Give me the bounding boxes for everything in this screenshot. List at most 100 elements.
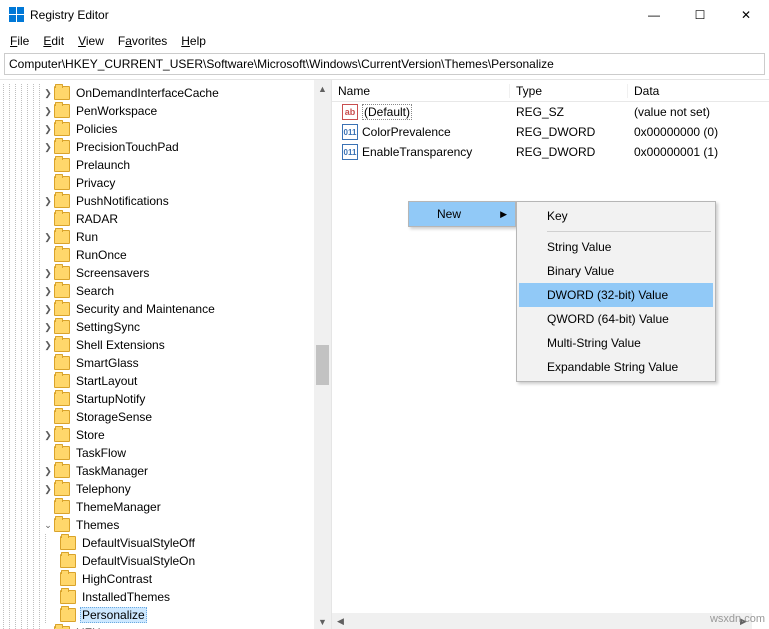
tree-label: Prelaunch <box>74 158 132 172</box>
tree-item[interactable]: RunOnce <box>0 246 331 264</box>
menu-file[interactable]: File <box>4 32 35 50</box>
tree-panel[interactable]: ❯OnDemandInterfaceCache❯PenWorkspace❯Pol… <box>0 80 332 629</box>
ctx-item[interactable]: Binary Value <box>519 259 713 283</box>
tree-item[interactable]: SmartGlass <box>0 354 331 372</box>
tree-item[interactable]: ❯TaskManager <box>0 462 331 480</box>
address-bar[interactable]: Computer\HKEY_CURRENT_USER\Software\Micr… <box>4 53 765 75</box>
menu-edit[interactable]: Edit <box>37 32 70 50</box>
minimize-button[interactable]: — <box>631 0 677 29</box>
tree-item[interactable]: ❯Shell Extensions <box>0 336 331 354</box>
app-icon <box>8 7 24 23</box>
folder-icon <box>54 518 70 532</box>
tree-item[interactable]: ❯OnDemandInterfaceCache <box>0 84 331 102</box>
tree-item[interactable]: TaskFlow <box>0 444 331 462</box>
value-icon: ab <box>342 104 358 120</box>
ctx-item[interactable]: Expandable String Value <box>519 355 713 379</box>
tree-item[interactable]: StorageSense <box>0 408 331 426</box>
value-data: 0x00000000 (0) <box>628 125 769 139</box>
folder-icon <box>54 230 70 244</box>
tree-item[interactable]: RADAR <box>0 210 331 228</box>
tree-item[interactable]: ❯UFH <box>0 624 331 629</box>
list-hscrollbar[interactable]: ◀ ▶ <box>332 613 752 629</box>
tree-scrollbar[interactable]: ▲ ▼ <box>314 80 331 629</box>
folder-icon <box>54 140 70 154</box>
expand-icon[interactable]: ❯ <box>42 466 54 477</box>
ctx-item[interactable]: String Value <box>519 235 713 259</box>
tree-item[interactable]: StartupNotify <box>0 390 331 408</box>
expand-icon[interactable]: ❯ <box>42 304 54 315</box>
tree-item[interactable]: ❯Screensavers <box>0 264 331 282</box>
expand-icon[interactable]: ⌄ <box>42 520 54 531</box>
tree-item[interactable]: ThemeManager <box>0 498 331 516</box>
menu-help[interactable]: Help <box>175 32 212 50</box>
close-button[interactable]: ✕ <box>723 0 769 29</box>
list-row[interactable]: ab(Default)REG_SZ(value not set) <box>332 102 769 122</box>
scroll-left-icon[interactable]: ◀ <box>332 613 349 629</box>
folder-icon <box>54 266 70 280</box>
tree-label: SettingSync <box>74 320 142 334</box>
tree-item[interactable]: ❯PushNotifications <box>0 192 331 210</box>
scroll-down-icon[interactable]: ▼ <box>314 613 331 629</box>
tree-label: ThemeManager <box>74 500 163 514</box>
expand-icon[interactable]: ❯ <box>42 430 54 441</box>
expand-icon[interactable]: ❯ <box>42 232 54 243</box>
tree-item[interactable]: DefaultVisualStyleOff <box>0 534 331 552</box>
list-row[interactable]: 011ColorPrevalenceREG_DWORD0x00000000 (0… <box>332 122 769 142</box>
tree-item[interactable]: ❯Run <box>0 228 331 246</box>
expand-icon[interactable]: ❯ <box>42 268 54 279</box>
expand-icon[interactable]: ❯ <box>42 106 54 117</box>
expand-icon[interactable]: ❯ <box>42 340 54 351</box>
list-row[interactable]: 011EnableTransparencyREG_DWORD0x00000001… <box>332 142 769 162</box>
tree-item[interactable]: ❯Search <box>0 282 331 300</box>
folder-icon <box>60 608 76 622</box>
tree-item[interactable]: ❯Security and Maintenance <box>0 300 331 318</box>
expand-icon[interactable]: ❯ <box>42 322 54 333</box>
tree-label: Telephony <box>74 482 133 496</box>
tree-item[interactable]: HighContrast <box>0 570 331 588</box>
menu-view[interactable]: View <box>72 32 110 50</box>
scroll-up-icon[interactable]: ▲ <box>314 80 331 97</box>
folder-icon <box>54 86 70 100</box>
tree-item[interactable]: ❯Store <box>0 426 331 444</box>
col-data[interactable]: Data <box>628 84 769 98</box>
ctx-item[interactable]: Key <box>519 204 713 228</box>
expand-icon[interactable]: ❯ <box>42 286 54 297</box>
tree-item[interactable]: ❯PrecisionTouchPad <box>0 138 331 156</box>
tree-item[interactable]: Prelaunch <box>0 156 331 174</box>
ctx-item[interactable]: Multi-String Value <box>519 331 713 355</box>
list-header[interactable]: Name Type Data <box>332 80 769 102</box>
expand-icon[interactable]: ❯ <box>42 142 54 153</box>
folder-icon <box>54 446 70 460</box>
expand-icon[interactable]: ❯ <box>42 124 54 135</box>
tree-item[interactable]: InstalledThemes <box>0 588 331 606</box>
expand-icon[interactable]: ❯ <box>42 196 54 207</box>
ctx-item[interactable]: DWORD (32-bit) Value <box>519 283 713 307</box>
context-submenu: Key String ValueBinary ValueDWORD (32-bit… <box>516 201 716 382</box>
tree-item[interactable]: ⌄Themes <box>0 516 331 534</box>
tree-item[interactable]: ❯Policies <box>0 120 331 138</box>
tree-item[interactable]: StartLayout <box>0 372 331 390</box>
value-type: REG_SZ <box>510 105 628 119</box>
tree-item[interactable]: Personalize <box>0 606 331 624</box>
col-type[interactable]: Type <box>510 84 628 98</box>
folder-icon <box>54 410 70 424</box>
value-name: ColorPrevalence <box>362 125 451 139</box>
expand-icon[interactable]: ❯ <box>42 88 54 99</box>
ctx-new[interactable]: New ▶ <box>409 202 515 226</box>
tree-item[interactable]: DefaultVisualStyleOn <box>0 552 331 570</box>
tree-label: Privacy <box>74 176 117 190</box>
col-name[interactable]: Name <box>332 84 510 98</box>
tree-label: TaskFlow <box>74 446 128 460</box>
tree-item[interactable]: ❯PenWorkspace <box>0 102 331 120</box>
tree-label: SmartGlass <box>74 356 141 370</box>
tree-item[interactable]: Privacy <box>0 174 331 192</box>
maximize-button[interactable]: ☐ <box>677 0 723 29</box>
expand-icon[interactable]: ❯ <box>42 484 54 495</box>
menu-favorites[interactable]: Favorites <box>112 32 173 50</box>
folder-icon <box>54 482 70 496</box>
scroll-thumb[interactable] <box>316 345 329 385</box>
window-title: Registry Editor <box>30 8 631 22</box>
tree-item[interactable]: ❯ Telephony <box>0 480 331 498</box>
ctx-item[interactable]: QWORD (64-bit) Value <box>519 307 713 331</box>
tree-item[interactable]: ❯ SettingSync <box>0 318 331 336</box>
